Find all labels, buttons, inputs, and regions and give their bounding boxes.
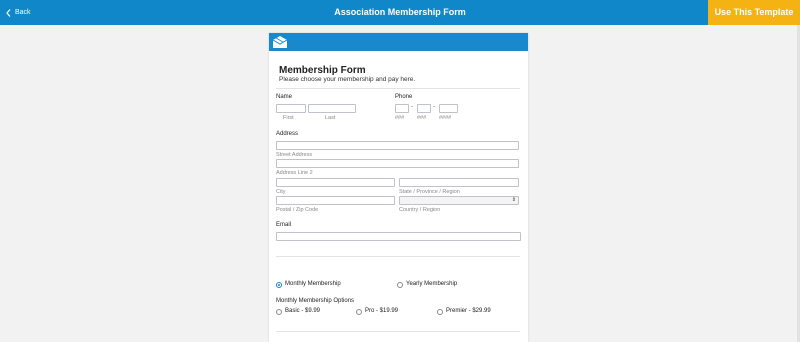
form-card: Membership Form Please choose your membe… [269,33,528,342]
use-template-button[interactable]: Use This Template [708,0,800,25]
country-select[interactable]: ⇕ [399,196,519,205]
state-input[interactable] [399,178,519,187]
street-address-sublabel: Street Address [276,152,313,158]
last-name-sublabel: Last [325,115,336,121]
top-bar: Back Association Membership Form Use Thi… [0,0,800,25]
pro-option-radio[interactable] [356,309,362,315]
postal-code-input[interactable] [276,196,395,205]
phone-area-sublabel: ### [395,115,405,121]
phone-area-input[interactable] [395,104,409,113]
country-sublabel: Country / Region [399,207,441,213]
form-subtitle: Please choose your membership and pay he… [279,76,416,83]
form-title: Membership Form [279,65,366,76]
phone-line-sublabel: #### [439,115,452,121]
phone-separator: - [411,104,413,110]
email-input[interactable] [276,232,521,241]
premier-option-radio[interactable] [437,309,443,315]
address-label: Address [276,131,299,137]
phone-prefix-input[interactable] [417,104,431,113]
address-line2-sublabel: Address Line 2 [276,170,313,176]
state-sublabel: State / Province / Region [399,189,460,195]
phone-separator: - [433,104,435,110]
phone-label: Phone [395,94,413,100]
up-down-arrow-icon: ⇕ [511,197,516,203]
phone-prefix-sublabel: ### [417,115,427,121]
phone-line-input[interactable] [439,104,458,113]
city-sublabel: City [276,189,286,195]
divider [276,331,520,332]
name-label: Name [276,94,293,100]
first-name-sublabel: First [283,115,294,121]
form-header-bar [269,33,528,51]
envelope-logo-icon [272,36,288,48]
yearly-membership-label: Yearly Membership [406,281,458,287]
city-input[interactable] [276,178,395,187]
divider [276,88,520,89]
basic-option-label: Basic - $9.99 [285,308,321,314]
street-address-input[interactable] [276,141,519,150]
premier-option-label: Premier - $29.99 [446,308,491,314]
monthly-membership-radio[interactable] [276,282,282,288]
options-label: Monthly Membership Options [276,298,355,304]
pro-option-label: Pro - $19.99 [365,308,399,314]
divider [276,256,520,257]
first-name-input[interactable] [276,104,306,113]
email-label: Email [276,222,292,228]
last-name-input[interactable] [308,104,356,113]
basic-option-radio[interactable] [276,309,282,315]
page-title: Association Membership Form [334,7,466,17]
postal-code-sublabel: Postal / Zip Code [276,207,319,213]
address-line2-input[interactable] [276,159,519,168]
monthly-membership-label: Monthly Membership [285,281,341,287]
yearly-membership-radio[interactable] [397,282,403,288]
